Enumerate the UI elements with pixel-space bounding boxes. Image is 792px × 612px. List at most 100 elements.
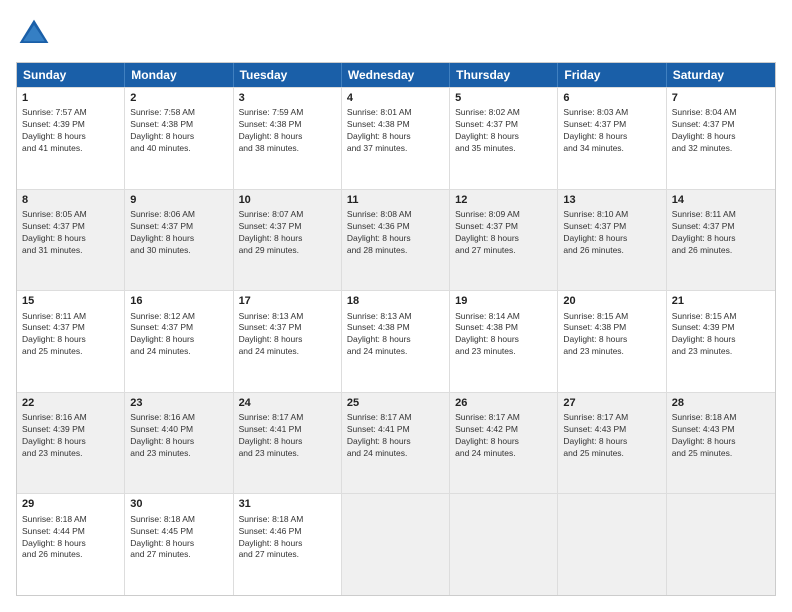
cell-line: Sunrise: 8:13 AM bbox=[347, 311, 444, 323]
cell-line: Sunrise: 8:06 AM bbox=[130, 209, 227, 221]
day-number: 14 bbox=[672, 193, 770, 208]
calendar-cell-1-5: 13Sunrise: 8:10 AMSunset: 4:37 PMDayligh… bbox=[558, 190, 666, 291]
day-number: 9 bbox=[130, 193, 227, 208]
cell-line: Daylight: 8 hours bbox=[239, 538, 336, 550]
cell-line: and 41 minutes. bbox=[22, 143, 119, 155]
calendar-cell-4-1: 30Sunrise: 8:18 AMSunset: 4:45 PMDayligh… bbox=[125, 494, 233, 595]
calendar-cell-0-4: 5Sunrise: 8:02 AMSunset: 4:37 PMDaylight… bbox=[450, 88, 558, 189]
calendar-cell-3-4: 26Sunrise: 8:17 AMSunset: 4:42 PMDayligh… bbox=[450, 393, 558, 494]
day-number: 5 bbox=[455, 91, 552, 106]
header-day-monday: Monday bbox=[125, 63, 233, 87]
cell-line: and 28 minutes. bbox=[347, 245, 444, 257]
cell-line: Daylight: 8 hours bbox=[22, 334, 119, 346]
calendar-cell-2-0: 15Sunrise: 8:11 AMSunset: 4:37 PMDayligh… bbox=[17, 291, 125, 392]
calendar-cell-4-4 bbox=[450, 494, 558, 595]
day-number: 18 bbox=[347, 294, 444, 309]
calendar-header: SundayMondayTuesdayWednesdayThursdayFrid… bbox=[17, 63, 775, 87]
cell-line: and 25 minutes. bbox=[563, 448, 660, 460]
cell-line: Sunrise: 8:18 AM bbox=[239, 514, 336, 526]
cell-line: Sunset: 4:37 PM bbox=[239, 322, 336, 334]
day-number: 11 bbox=[347, 193, 444, 208]
cell-line: Sunset: 4:37 PM bbox=[455, 119, 552, 131]
cell-line: Daylight: 8 hours bbox=[239, 233, 336, 245]
header bbox=[16, 16, 776, 52]
day-number: 23 bbox=[130, 396, 227, 411]
cell-line: Sunset: 4:43 PM bbox=[672, 424, 770, 436]
cell-line: Sunrise: 8:11 AM bbox=[22, 311, 119, 323]
cell-line: and 31 minutes. bbox=[22, 245, 119, 257]
cell-line: and 26 minutes. bbox=[672, 245, 770, 257]
calendar-cell-1-2: 10Sunrise: 8:07 AMSunset: 4:37 PMDayligh… bbox=[234, 190, 342, 291]
calendar-cell-2-2: 17Sunrise: 8:13 AMSunset: 4:37 PMDayligh… bbox=[234, 291, 342, 392]
cell-line: Sunset: 4:38 PM bbox=[347, 322, 444, 334]
cell-line: and 23 minutes. bbox=[130, 448, 227, 460]
cell-line: Daylight: 8 hours bbox=[347, 334, 444, 346]
cell-line: Sunset: 4:37 PM bbox=[672, 221, 770, 233]
logo bbox=[16, 16, 56, 52]
cell-line: Sunrise: 8:17 AM bbox=[563, 412, 660, 424]
cell-line: Daylight: 8 hours bbox=[130, 233, 227, 245]
calendar-row-1: 8Sunrise: 8:05 AMSunset: 4:37 PMDaylight… bbox=[17, 189, 775, 291]
calendar-row-0: 1Sunrise: 7:57 AMSunset: 4:39 PMDaylight… bbox=[17, 87, 775, 189]
day-number: 16 bbox=[130, 294, 227, 309]
cell-line: Daylight: 8 hours bbox=[455, 233, 552, 245]
cell-line: Daylight: 8 hours bbox=[563, 334, 660, 346]
cell-line: Daylight: 8 hours bbox=[455, 436, 552, 448]
day-number: 31 bbox=[239, 497, 336, 512]
day-number: 3 bbox=[239, 91, 336, 106]
cell-line: Sunrise: 8:17 AM bbox=[347, 412, 444, 424]
calendar-cell-4-2: 31Sunrise: 8:18 AMSunset: 4:46 PMDayligh… bbox=[234, 494, 342, 595]
cell-line: Daylight: 8 hours bbox=[347, 436, 444, 448]
cell-line: Sunset: 4:42 PM bbox=[455, 424, 552, 436]
calendar-cell-0-0: 1Sunrise: 7:57 AMSunset: 4:39 PMDaylight… bbox=[17, 88, 125, 189]
cell-line: and 27 minutes. bbox=[239, 549, 336, 561]
cell-line: and 24 minutes. bbox=[239, 346, 336, 358]
calendar-cell-2-4: 19Sunrise: 8:14 AMSunset: 4:38 PMDayligh… bbox=[450, 291, 558, 392]
calendar-cell-3-6: 28Sunrise: 8:18 AMSunset: 4:43 PMDayligh… bbox=[667, 393, 775, 494]
calendar-cell-0-2: 3Sunrise: 7:59 AMSunset: 4:38 PMDaylight… bbox=[234, 88, 342, 189]
calendar-cell-3-1: 23Sunrise: 8:16 AMSunset: 4:40 PMDayligh… bbox=[125, 393, 233, 494]
calendar-cell-2-3: 18 Sunrise: 8:13 AMSunset: 4:38 PMDayligh… bbox=[342, 291, 450, 392]
calendar-cell-0-6: 7Sunrise: 8:04 AMSunset: 4:37 PMDaylight… bbox=[667, 88, 775, 189]
cell-line: Daylight: 8 hours bbox=[130, 131, 227, 143]
cell-line: Daylight: 8 hours bbox=[130, 436, 227, 448]
day-number: 24 bbox=[239, 396, 336, 411]
cell-line: Daylight: 8 hours bbox=[130, 334, 227, 346]
cell-line: Daylight: 8 hours bbox=[455, 131, 552, 143]
cell-line: Sunset: 4:37 PM bbox=[22, 322, 119, 334]
day-number: 10 bbox=[239, 193, 336, 208]
cell-line: Sunset: 4:37 PM bbox=[130, 221, 227, 233]
cell-line: Sunset: 4:43 PM bbox=[563, 424, 660, 436]
cell-line: Sunrise: 7:57 AM bbox=[22, 107, 119, 119]
cell-line: Sunset: 4:36 PM bbox=[347, 221, 444, 233]
cell-line: Sunrise: 7:58 AM bbox=[130, 107, 227, 119]
cell-line: Sunset: 4:39 PM bbox=[22, 424, 119, 436]
cell-line: Sunrise: 8:09 AM bbox=[455, 209, 552, 221]
cell-line: Daylight: 8 hours bbox=[563, 131, 660, 143]
day-number: 1 bbox=[22, 91, 119, 106]
cell-line: Sunrise: 8:12 AM bbox=[130, 311, 227, 323]
calendar-cell-0-1: 2Sunrise: 7:58 AMSunset: 4:38 PMDaylight… bbox=[125, 88, 233, 189]
cell-line: Sunrise: 8:04 AM bbox=[672, 107, 770, 119]
calendar-cell-3-5: 27Sunrise: 8:17 AMSunset: 4:43 PMDayligh… bbox=[558, 393, 666, 494]
cell-line: Daylight: 8 hours bbox=[239, 436, 336, 448]
cell-line: Sunset: 4:38 PM bbox=[455, 322, 552, 334]
cell-line: Sunset: 4:38 PM bbox=[130, 119, 227, 131]
cell-line: Sunrise: 8:07 AM bbox=[239, 209, 336, 221]
cell-line: Daylight: 8 hours bbox=[130, 538, 227, 550]
cell-line: Sunset: 4:37 PM bbox=[455, 221, 552, 233]
day-number: 13 bbox=[563, 193, 660, 208]
cell-line: and 23 minutes. bbox=[563, 346, 660, 358]
calendar-cell-0-5: 6Sunrise: 8:03 AMSunset: 4:37 PMDaylight… bbox=[558, 88, 666, 189]
cell-line: and 38 minutes. bbox=[239, 143, 336, 155]
header-day-sunday: Sunday bbox=[17, 63, 125, 87]
cell-line: Sunset: 4:38 PM bbox=[563, 322, 660, 334]
cell-line: and 25 minutes. bbox=[672, 448, 770, 460]
cell-line: Daylight: 8 hours bbox=[22, 436, 119, 448]
cell-line: Sunrise: 8:14 AM bbox=[455, 311, 552, 323]
cell-line: Daylight: 8 hours bbox=[672, 233, 770, 245]
day-number: 26 bbox=[455, 396, 552, 411]
cell-line: Sunset: 4:41 PM bbox=[239, 424, 336, 436]
cell-line: and 32 minutes. bbox=[672, 143, 770, 155]
cell-line: Daylight: 8 hours bbox=[672, 436, 770, 448]
